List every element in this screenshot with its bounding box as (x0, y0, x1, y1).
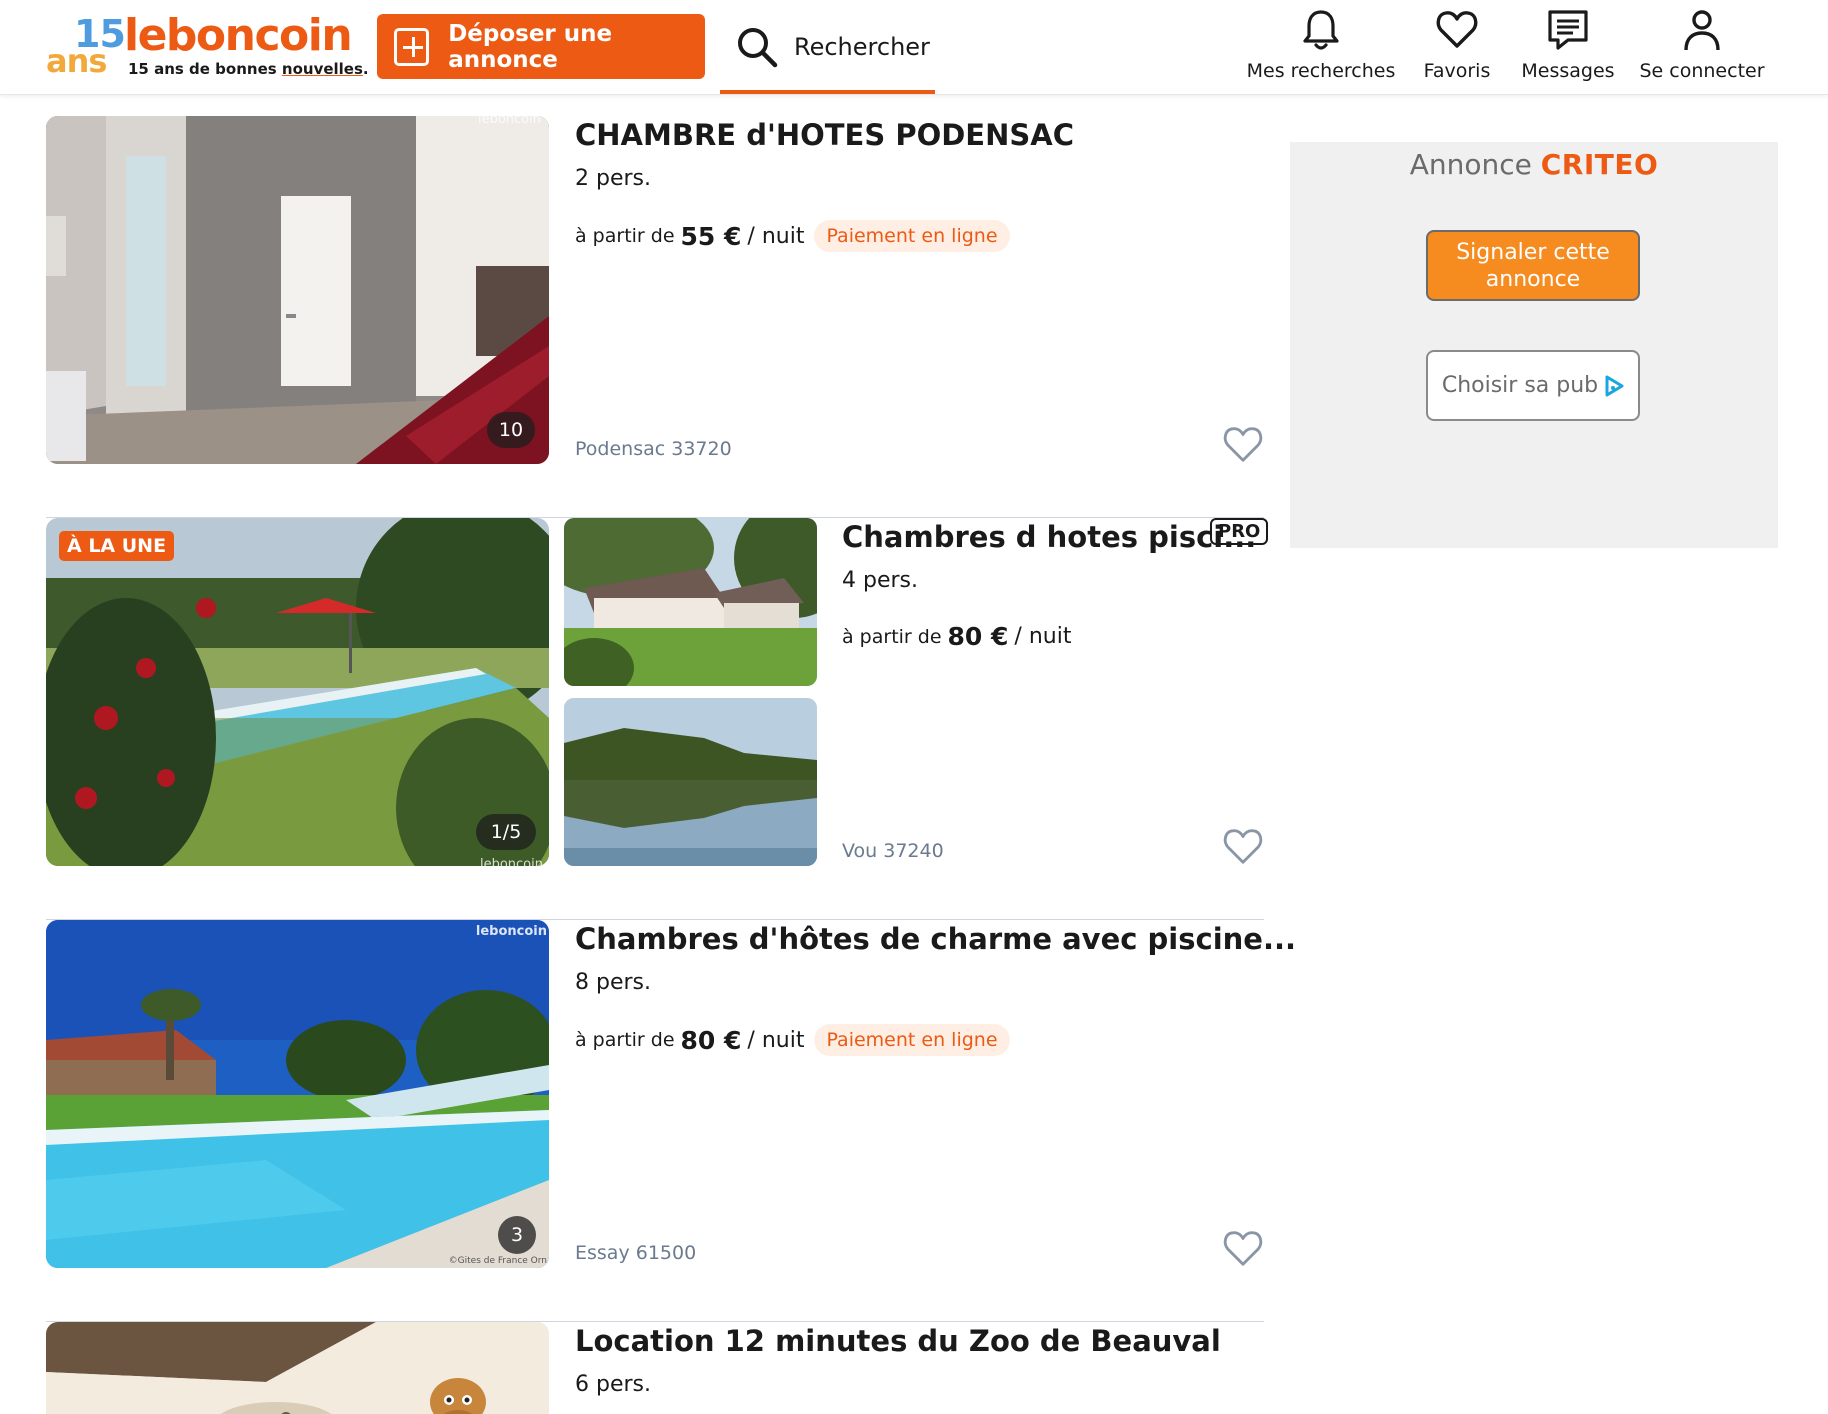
listing-location: Podensac 33720 (575, 438, 732, 460)
listing-title[interactable]: Chambres d'hôtes de charme avec piscine.… (575, 922, 1296, 956)
price-prefix: à partir de (575, 1029, 675, 1051)
nav-saved-searches[interactable]: Mes recherches (1247, 8, 1395, 86)
post-ad-button[interactable]: Déposer une annonce (377, 14, 705, 79)
price-unit: / nuit (747, 1027, 805, 1053)
report-ad-button[interactable]: Signaler cette annonce (1426, 230, 1640, 301)
logo-brand: leboncoin (124, 10, 353, 61)
listing-photo[interactable]: leboncoin 10 (46, 116, 549, 464)
listing-location: Vou 37240 (842, 840, 944, 862)
lake-photo (564, 698, 817, 866)
price-amount: 55 € (680, 221, 742, 251)
favorite-heart-icon[interactable] (1222, 828, 1264, 866)
price-amount: 80 € (947, 622, 1009, 651)
price-prefix: à partir de (575, 225, 675, 247)
ad-label: Annonce CRITEO (1409, 148, 1659, 181)
user-icon (1684, 10, 1720, 51)
heart-icon (1436, 11, 1478, 48)
message-icon (1548, 10, 1588, 50)
listing-title[interactable]: Location 12 minutes du Zoo de Beauval (575, 1324, 1221, 1358)
criteo-logo: CRITEO (1540, 148, 1659, 181)
nav-login[interactable]: Se connecter (1639, 8, 1765, 86)
price-prefix: à partir de (842, 625, 942, 648)
photo-count-badge: 3 (498, 1216, 536, 1254)
listing-card[interactable]: leboncoin 10 CHAMBRE d'HOTES PODENSAC 2 … (46, 116, 1264, 518)
search-tab[interactable]: Rechercher (720, 14, 935, 94)
adchoices-icon (1605, 375, 1624, 396)
zoo-room-photo (46, 1322, 549, 1414)
listing-thumbnail[interactable] (564, 698, 817, 866)
photo-count-badge: 10 (487, 412, 535, 448)
favorite-heart-icon[interactable] (1222, 1230, 1264, 1268)
sidebar-ad: Annonce CRITEO Signaler cette annonce Ch… (1290, 142, 1778, 548)
online-payment-badge: Paiement en ligne (814, 1024, 1010, 1056)
featured-badge: À LA UNE (59, 531, 175, 561)
listing-card[interactable]: À LA UNE 1/5 leboncoin Chambres d hotes … (46, 518, 1269, 920)
pro-badge: PRO (1210, 518, 1269, 545)
listing-capacity: 6 pers. (575, 1372, 651, 1397)
photo-watermark: leboncoin (477, 116, 541, 127)
listing-thumbnail[interactable] (564, 518, 817, 686)
price-amount: 80 € (680, 1025, 742, 1055)
listing-capacity: 4 pers. (842, 568, 918, 593)
logo-anniversary-word: ans (46, 42, 107, 80)
search-icon (738, 28, 778, 68)
listing-title[interactable]: Chambres d hotes pisci... (842, 520, 1256, 554)
listing-price: à partir de 80 € / nuit Paiement en lign… (575, 1024, 1010, 1056)
listing-location: Essay 61500 (575, 1242, 697, 1264)
listing-card[interactable]: leboncoin 3 ©Gites de France Orn Chambre… (46, 920, 1296, 1322)
listing-price: à partir de 55 € / nuit Paiement en lign… (575, 220, 1010, 252)
photo-count-badge: 1/5 (476, 814, 536, 850)
listing-card[interactable]: Location 12 minutes du Zoo de Beauval 6 … (46, 1322, 1264, 1414)
price-unit: / nuit (1014, 624, 1072, 649)
price-unit: / nuit (747, 223, 805, 249)
nav-label: Mes recherches (1246, 60, 1396, 82)
photo-watermark: leboncoin (479, 857, 543, 866)
post-ad-label: Déposer une annonce (448, 20, 613, 73)
listing-price: à partir de 80 € / nuit (842, 622, 1071, 651)
search-label: Rechercher (794, 33, 930, 61)
leboncoin-logo[interactable]: 15 ans leboncoin 15 ans de bonnes nouvel… (44, 10, 369, 80)
choose-ad-label: Choisir sa pub (1441, 373, 1599, 398)
photo-credit: ©Gites de France Orn (448, 1256, 547, 1266)
farmhouse-photo (564, 518, 817, 686)
online-payment-badge: Paiement en ligne (814, 220, 1010, 252)
pool-garden-photo (46, 518, 549, 866)
choose-ad-button[interactable]: Choisir sa pub (1426, 350, 1640, 421)
plus-icon (394, 27, 430, 66)
listing-photo[interactable]: À LA UNE 1/5 leboncoin (46, 518, 549, 866)
bell-icon (1303, 10, 1339, 50)
nav-messages[interactable]: Messages (1520, 8, 1616, 86)
nav-label: Se connecter (1639, 60, 1765, 82)
nav-favorites[interactable]: Favoris (1416, 8, 1498, 86)
listing-photo[interactable] (46, 1322, 549, 1414)
favorite-heart-icon[interactable] (1222, 426, 1264, 464)
nav-label: Favoris (1423, 60, 1491, 82)
listing-title[interactable]: CHAMBRE d'HOTES PODENSAC (575, 118, 1074, 152)
listing-capacity: 2 pers. (575, 166, 651, 191)
nav-label: Messages (1521, 60, 1615, 82)
logo-tagline: 15 ans de bonnes nouvelles. (128, 60, 369, 78)
house-pool-photo (46, 920, 549, 1268)
site-header: 15 ans leboncoin 15 ans de bonnes nouvel… (0, 0, 1828, 95)
listing-photo[interactable]: leboncoin 3 ©Gites de France Orn (46, 920, 549, 1268)
bedroom-photo (46, 116, 549, 464)
photo-watermark: leboncoin (475, 924, 547, 939)
listing-capacity: 8 pers. (575, 970, 651, 995)
search-tab-active-indicator (720, 90, 935, 94)
